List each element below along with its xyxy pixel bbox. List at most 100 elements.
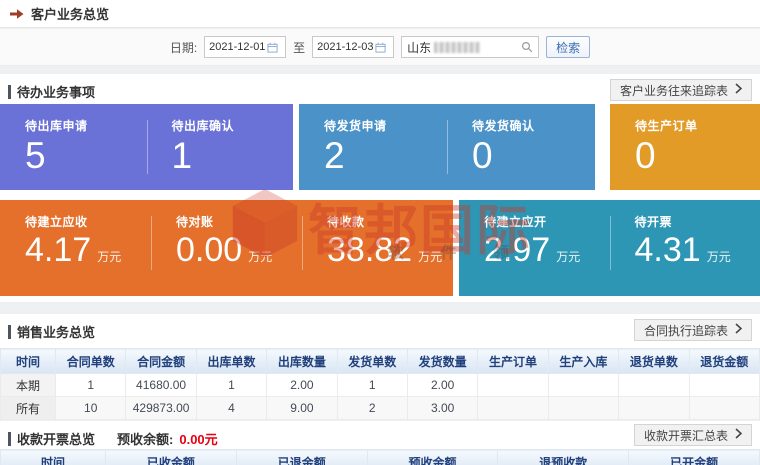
table-cell	[547, 373, 620, 397]
table-row-current: 本期 1 41680.00 1 2.00 1 2.00	[0, 373, 760, 397]
column-header: 已开金额	[628, 449, 760, 465]
section-header: 待办业务事项 客户业务往来追踪表	[0, 74, 760, 102]
calendar-icon[interactable]	[267, 42, 278, 53]
table-header-row: 时间 合同单数 合同金额 出库单数 出库数量 发货单数 发货数量 生产订单 生产…	[0, 348, 760, 374]
stat-value: 0	[635, 135, 656, 176]
stat-value: 0.00	[176, 231, 243, 269]
date-from-input[interactable]	[205, 41, 268, 53]
stat-unit: 万元	[248, 250, 273, 264]
stat-value: 0	[472, 135, 493, 176]
stat-label: 待发货确认	[472, 119, 535, 133]
stat-ship-request[interactable]: 待发货申请 2	[299, 104, 447, 190]
stat-card-outbound: 待出库申请 5 待出库确认 1	[0, 104, 293, 190]
receipt-table: 时间 已收金额 已退金额 预收金额 退预收款 已开金额	[0, 449, 760, 465]
chevron-right-icon	[735, 428, 743, 442]
stat-card-receivable: 待建立应收 4.17 万元 待对账 0.00 万元 待收款 38.82 万元	[0, 200, 453, 296]
sales-table: 时间 合同单数 合同金额 出库单数 出库数量 发货单数 发货数量 生产订单 生产…	[0, 348, 760, 420]
section-pending-items: 待办业务事项 客户业务往来追踪表 待出库申请 5 待出库确认 1 待发货申请 2…	[0, 74, 760, 302]
stat-production-order[interactable]: 待生产订单 0	[610, 104, 760, 190]
column-header: 生产入库	[547, 348, 620, 374]
column-header: 合同单数	[54, 348, 127, 374]
dashboard-screen: 客户业务总览 日期: 至 山东 检索	[0, 0, 760, 465]
customer-tracking-report-button[interactable]: 客户业务往来追踪表	[609, 79, 752, 101]
column-header: 发货单数	[336, 348, 408, 374]
contract-tracking-report-button[interactable]: 合同执行追踪表	[633, 319, 752, 341]
redacted-text	[434, 41, 481, 53]
page-header: 客户业务总览	[0, 0, 760, 28]
table-cell: 4	[195, 396, 268, 420]
date-to-field[interactable]	[312, 36, 395, 58]
section-header: 收款开票总览 预收余额: 0.00元 收款开票汇总表	[0, 421, 760, 449]
stat-value: 2.97	[484, 231, 551, 269]
stat-label: 待出库确认	[171, 119, 235, 133]
date-label: 日期:	[169, 40, 198, 55]
customer-search-input[interactable]: 山东	[401, 36, 540, 58]
search-icon[interactable]	[521, 41, 533, 53]
column-header: 时间	[0, 348, 56, 374]
row-header: 所有	[0, 396, 56, 420]
table-cell: 3.00	[406, 396, 479, 420]
column-header: 退货金额	[688, 348, 760, 374]
stat-label: 待收款	[327, 215, 365, 229]
stat-label: 待建立应开	[484, 215, 547, 229]
table-cell	[547, 396, 620, 420]
table-cell	[688, 373, 760, 397]
stat-outbound-request[interactable]: 待出库申请 5	[0, 104, 147, 190]
table-cell	[477, 396, 549, 420]
column-header: 时间	[0, 449, 106, 465]
date-to-input[interactable]	[313, 41, 376, 53]
stat-invoicing[interactable]: 待开票 4.31 万元	[609, 200, 760, 296]
stat-receivable-setup[interactable]: 待建立应收 4.17 万元	[0, 200, 151, 296]
prepaid-balance-value: 0.00元	[179, 432, 218, 447]
stat-unit: 万元	[418, 250, 443, 264]
stat-invoice-setup[interactable]: 待建立应开 2.97 万元	[459, 200, 610, 296]
date-range-separator: 至	[293, 40, 306, 55]
column-header: 预收金额	[366, 449, 499, 465]
stat-value: 2	[324, 135, 345, 176]
receipt-summary-report-button[interactable]: 收款开票汇总表	[633, 424, 752, 446]
search-button[interactable]: 检索	[546, 36, 591, 58]
column-header: 已收金额	[105, 449, 237, 465]
chevron-right-icon	[735, 323, 743, 337]
stat-card-invoice: 待建立应开 2.97 万元 待开票 4.31 万元	[459, 200, 760, 296]
stat-value: 4.31	[634, 231, 701, 269]
section-receipt-invoice: 收款开票总览 预收余额: 0.00元 收款开票汇总表 时间 已收金额 已退金额 …	[0, 421, 760, 465]
column-header: 合同金额	[125, 348, 197, 374]
column-header: 出库数量	[266, 348, 338, 374]
column-header: 发货数量	[406, 348, 479, 374]
section-sales-overview: 销售业务总览 合同执行追踪表 时间 合同单数 合同金额 出库单数 出库数量 发货…	[0, 314, 760, 420]
stat-value: 1	[171, 135, 193, 176]
table-cell: 2	[336, 396, 408, 420]
stat-outbound-confirm[interactable]: 待出库确认 1	[146, 104, 294, 190]
stat-collection[interactable]: 待收款 38.82 万元	[302, 200, 453, 296]
calendar-icon[interactable]	[375, 42, 386, 53]
stat-unit: 万元	[706, 250, 731, 264]
row-header: 本期	[0, 373, 56, 397]
table-cell: 1	[195, 373, 268, 397]
table-cell: 2.00	[266, 373, 338, 397]
stat-label: 待生产订单	[635, 119, 698, 133]
stat-reconciliation[interactable]: 待对账 0.00 万元	[151, 200, 302, 296]
chevron-right-icon	[735, 83, 743, 97]
arrow-right-icon	[10, 8, 24, 20]
stat-ship-confirm[interactable]: 待发货确认 0	[447, 104, 595, 190]
stat-label: 待出库申请	[25, 119, 88, 133]
column-header: 生产订单	[477, 348, 549, 374]
page-title: 客户业务总览	[31, 7, 110, 22]
table-cell: 1	[54, 373, 127, 397]
stat-label: 待建立应收	[25, 215, 88, 229]
table-cell: 41680.00	[125, 373, 197, 397]
section-header: 销售业务总览 合同执行追踪表	[0, 314, 760, 342]
table-cell: 1	[336, 373, 408, 397]
title-accent-bar	[8, 431, 11, 446]
stat-value: 38.82	[327, 231, 413, 269]
title-accent-bar	[8, 84, 11, 99]
table-cell	[477, 373, 549, 397]
table-row-all: 所有 10 429873.00 4 9.00 2 3.00	[0, 396, 760, 420]
stat-value: 5	[25, 135, 46, 176]
date-from-field[interactable]	[204, 36, 287, 58]
table-cell: 2.00	[406, 373, 479, 397]
table-cell	[688, 396, 760, 420]
stat-card-production: 待生产订单 0	[610, 104, 760, 190]
table-cell: 10	[54, 396, 127, 420]
